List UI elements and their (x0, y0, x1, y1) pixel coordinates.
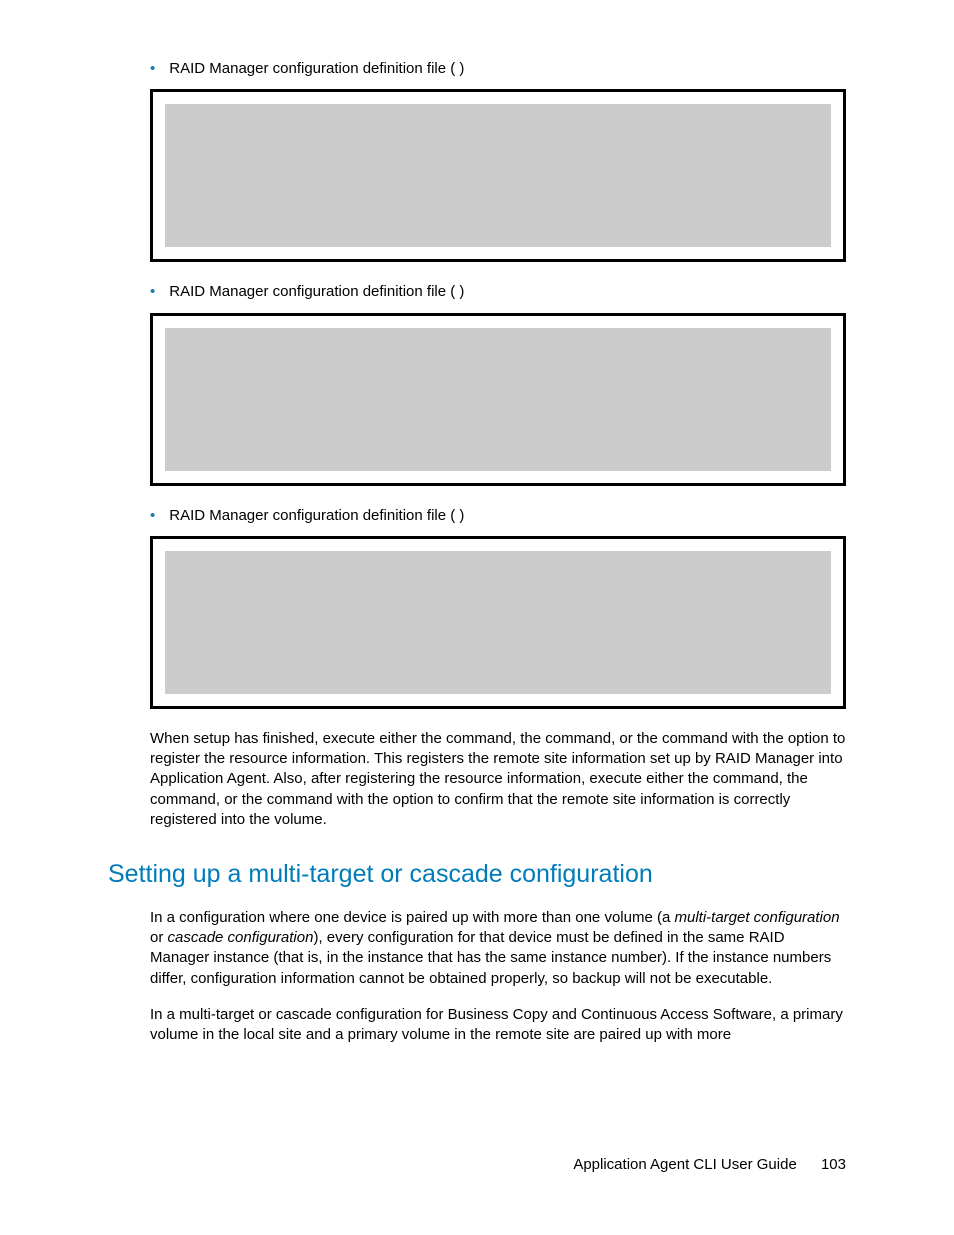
footer-title: Application Agent CLI User Guide (573, 1156, 796, 1173)
list-item: • RAID Manager configuration definition … (150, 506, 846, 526)
italic-term: cascade configuration (168, 929, 314, 946)
paragraph-text: or (150, 929, 168, 946)
page-footer: Application Agent CLI User Guide 103 (573, 1155, 846, 1175)
list-item-text: RAID Manager configuration definition fi… (169, 506, 846, 526)
list-item-text: RAID Manager configuration definition fi… (169, 282, 846, 302)
bulleted-section: • RAID Manager configuration definition … (150, 59, 846, 830)
page-content: • RAID Manager configuration definition … (0, 0, 954, 1045)
list-item: • RAID Manager configuration definition … (150, 282, 846, 302)
paragraph-text: In a configuration where one device is p… (150, 909, 674, 926)
page-number: 103 (821, 1156, 846, 1173)
code-block-frame (150, 313, 846, 486)
paragraph: In a configuration where one device is p… (150, 908, 846, 989)
italic-term: multi-target configuration (674, 909, 839, 926)
paragraph: When setup has finished, execute either … (150, 729, 846, 830)
paragraph: In a multi-target or cascade configurati… (150, 1005, 846, 1046)
section-heading: Setting up a multi-target or cascade con… (108, 858, 846, 892)
code-block-frame (150, 89, 846, 262)
list-item-text: RAID Manager configuration definition fi… (169, 59, 846, 79)
bullet-icon: • (150, 59, 155, 79)
bullet-icon: • (150, 282, 155, 302)
list-item: • RAID Manager configuration definition … (150, 59, 846, 79)
section-body: In a configuration where one device is p… (150, 908, 846, 1046)
bullet-icon: • (150, 506, 155, 526)
code-block-placeholder (165, 104, 831, 247)
code-block-frame (150, 536, 846, 709)
code-block-placeholder (165, 328, 831, 471)
code-block-placeholder (165, 551, 831, 694)
